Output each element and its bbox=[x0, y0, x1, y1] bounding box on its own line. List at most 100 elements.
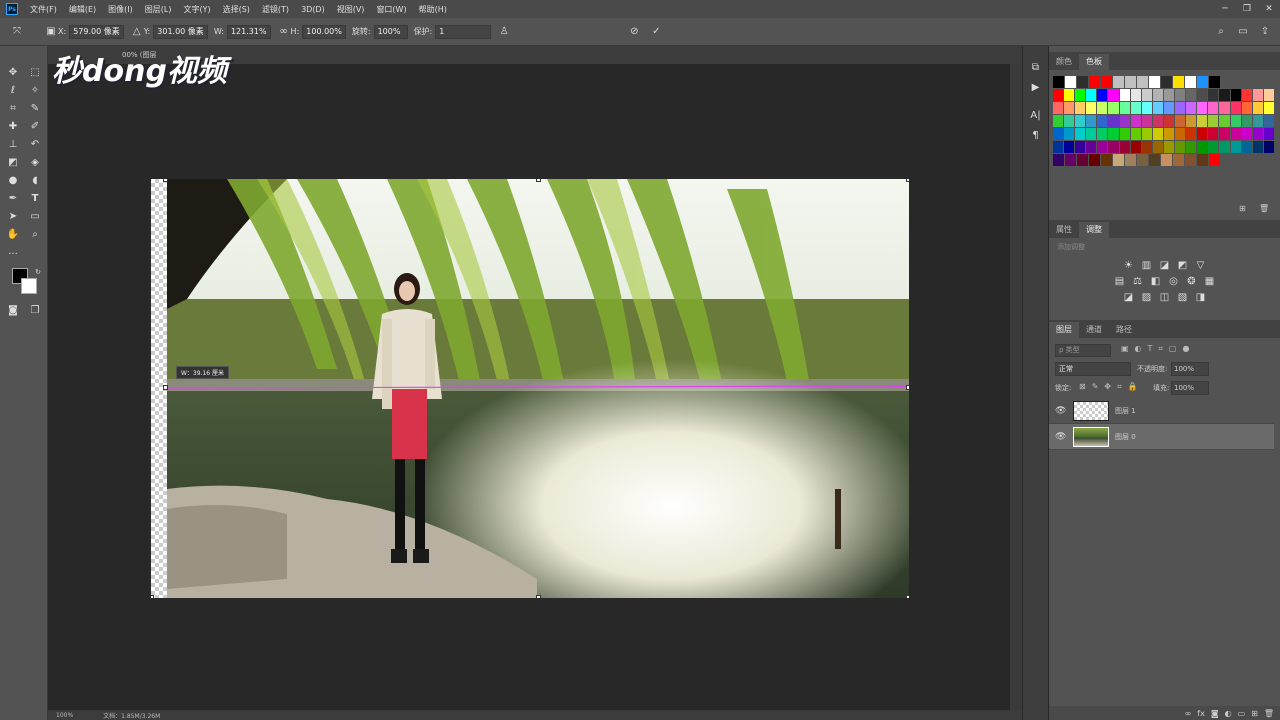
color-swatch[interactable] bbox=[1075, 115, 1086, 127]
color-swatch[interactable] bbox=[1089, 154, 1100, 166]
color-swatch[interactable] bbox=[1053, 154, 1064, 166]
photo-filter-icon[interactable]: ◎ bbox=[1168, 276, 1180, 288]
swap-colors-icon[interactable]: ↻ bbox=[30, 264, 46, 280]
color-balance-icon[interactable]: ⚖ bbox=[1132, 276, 1144, 288]
color-swatch[interactable] bbox=[1263, 141, 1274, 153]
tab-color[interactable]: 颜色 bbox=[1049, 54, 1079, 70]
play-actions-icon[interactable]: ▶ bbox=[1023, 78, 1048, 98]
color-swatch[interactable] bbox=[1053, 141, 1064, 153]
color-swatch[interactable] bbox=[1130, 115, 1141, 127]
color-swatch[interactable] bbox=[1241, 102, 1252, 114]
new-layer-icon[interactable]: ⊞ bbox=[1251, 709, 1258, 718]
color-swatch[interactable] bbox=[1064, 102, 1075, 114]
reference-point-icon[interactable]: ▣ bbox=[44, 25, 58, 39]
color-swatch[interactable] bbox=[1141, 141, 1152, 153]
threshold-icon[interactable]: ◫ bbox=[1159, 292, 1171, 304]
color-swatch[interactable] bbox=[1065, 76, 1076, 88]
color-swatch[interactable] bbox=[1241, 128, 1252, 140]
lock-icons[interactable]: ⊠✎✥⌗🔒 bbox=[1079, 382, 1144, 392]
menu-filter[interactable]: 滤镜(T) bbox=[256, 4, 295, 15]
color-swatch[interactable] bbox=[1219, 141, 1230, 153]
lasso-tool-icon[interactable]: ℓ bbox=[5, 82, 21, 98]
color-swatch[interactable] bbox=[1108, 141, 1119, 153]
color-swatch[interactable] bbox=[1108, 115, 1119, 127]
color-swatch[interactable] bbox=[1141, 128, 1152, 140]
color-swatch[interactable] bbox=[1252, 102, 1263, 114]
invert-icon[interactable]: ◪ bbox=[1123, 292, 1135, 304]
color-swatch[interactable] bbox=[1197, 115, 1208, 127]
color-swatch[interactable] bbox=[1252, 141, 1263, 153]
color-swatch[interactable] bbox=[1064, 89, 1075, 101]
workspace-icon[interactable]: ▭ bbox=[1236, 25, 1250, 39]
color-swatch[interactable] bbox=[1075, 89, 1086, 101]
color-swatch[interactable] bbox=[1197, 128, 1208, 140]
angle-input[interactable]: 100% bbox=[373, 24, 408, 39]
color-swatch[interactable] bbox=[1065, 154, 1076, 166]
transform-handle-r[interactable] bbox=[906, 385, 909, 390]
color-swatch[interactable] bbox=[1252, 128, 1263, 140]
color-swatch[interactable] bbox=[1185, 154, 1196, 166]
color-swatch[interactable] bbox=[1152, 115, 1163, 127]
color-swatch[interactable] bbox=[1119, 141, 1130, 153]
marquee-tool-icon[interactable]: ⬚ bbox=[27, 64, 43, 80]
lookup-icon[interactable]: ▦ bbox=[1204, 276, 1216, 288]
menu-type[interactable]: 文字(Y) bbox=[177, 4, 216, 15]
color-swatch[interactable] bbox=[1252, 115, 1263, 127]
color-swatch[interactable] bbox=[1208, 141, 1219, 153]
eyedropper-icon[interactable]: ✎ bbox=[27, 100, 43, 116]
color-swatch[interactable] bbox=[1075, 102, 1086, 114]
color-swatch[interactable] bbox=[1175, 102, 1186, 114]
color-swatch[interactable] bbox=[1163, 141, 1175, 153]
color-swatch[interactable] bbox=[1219, 115, 1230, 127]
character-icon[interactable]: A| bbox=[1023, 106, 1048, 126]
color-swatch[interactable] bbox=[1141, 89, 1152, 101]
color-swatch[interactable] bbox=[1108, 89, 1119, 101]
color-swatch[interactable] bbox=[1097, 141, 1108, 153]
document-image[interactable] bbox=[151, 179, 909, 598]
menu-file[interactable]: 文件(F) bbox=[24, 4, 63, 15]
color-swatch[interactable] bbox=[1208, 102, 1219, 114]
tab-properties[interactable]: 属性 bbox=[1049, 222, 1079, 238]
brightness-icon[interactable]: ☀ bbox=[1123, 260, 1135, 272]
color-swatch[interactable] bbox=[1097, 115, 1108, 127]
color-swatch[interactable] bbox=[1186, 115, 1197, 127]
color-swatch[interactable] bbox=[1208, 128, 1219, 140]
link-layers-icon[interactable]: ∞ bbox=[1185, 709, 1192, 718]
color-swatch[interactable] bbox=[1053, 76, 1064, 88]
group-icon[interactable]: ▭ bbox=[1238, 709, 1246, 718]
dodge-tool-icon[interactable]: ◖ bbox=[27, 172, 43, 188]
blend-mode-select[interactable]: 正常 bbox=[1055, 362, 1131, 376]
delete-swatch-icon[interactable]: 🗑 bbox=[1259, 204, 1269, 213]
close-button[interactable]: ✕ bbox=[1258, 0, 1280, 18]
color-swatch[interactable] bbox=[1101, 154, 1112, 166]
visibility-eye-icon[interactable]: 👁 bbox=[1055, 406, 1067, 416]
delta-icon[interactable]: △ bbox=[130, 25, 144, 39]
color-swatch[interactable] bbox=[1163, 128, 1175, 140]
link-icon[interactable]: ∞ bbox=[277, 25, 291, 39]
transform-handle-l[interactable] bbox=[163, 385, 168, 390]
color-swatch[interactable] bbox=[1175, 128, 1186, 140]
share-icon[interactable]: ⇪ bbox=[1258, 25, 1272, 39]
menu-image[interactable]: 图像(I) bbox=[102, 4, 139, 15]
color-swatch[interactable] bbox=[1173, 76, 1184, 88]
color-swatch[interactable] bbox=[1101, 76, 1112, 88]
color-swatch[interactable] bbox=[1108, 102, 1119, 114]
color-swatch[interactable] bbox=[1077, 154, 1088, 166]
levels-icon[interactable]: ▥ bbox=[1141, 260, 1153, 272]
color-swatch[interactable] bbox=[1230, 128, 1241, 140]
type-tool-icon[interactable]: T bbox=[27, 190, 43, 206]
color-swatch[interactable] bbox=[1219, 102, 1230, 114]
color-swatch[interactable] bbox=[1130, 128, 1141, 140]
menu-3d[interactable]: 3D(D) bbox=[295, 5, 331, 14]
color-swatch[interactable] bbox=[1230, 89, 1241, 101]
color-swatch[interactable] bbox=[1163, 89, 1175, 101]
background-color-swatch[interactable] bbox=[21, 278, 37, 294]
more-tools-icon[interactable]: ··· bbox=[5, 246, 21, 262]
new-swatch-icon[interactable]: ⊞ bbox=[1239, 204, 1246, 213]
color-swatch[interactable] bbox=[1197, 154, 1208, 166]
color-swatch[interactable] bbox=[1097, 89, 1108, 101]
delete-layer-icon[interactable]: 🗑 bbox=[1264, 709, 1274, 718]
magic-wand-icon[interactable]: ✧ bbox=[27, 82, 43, 98]
menu-view[interactable]: 视图(V) bbox=[331, 4, 371, 15]
quick-mask-icon[interactable]: ◙ bbox=[5, 302, 21, 318]
